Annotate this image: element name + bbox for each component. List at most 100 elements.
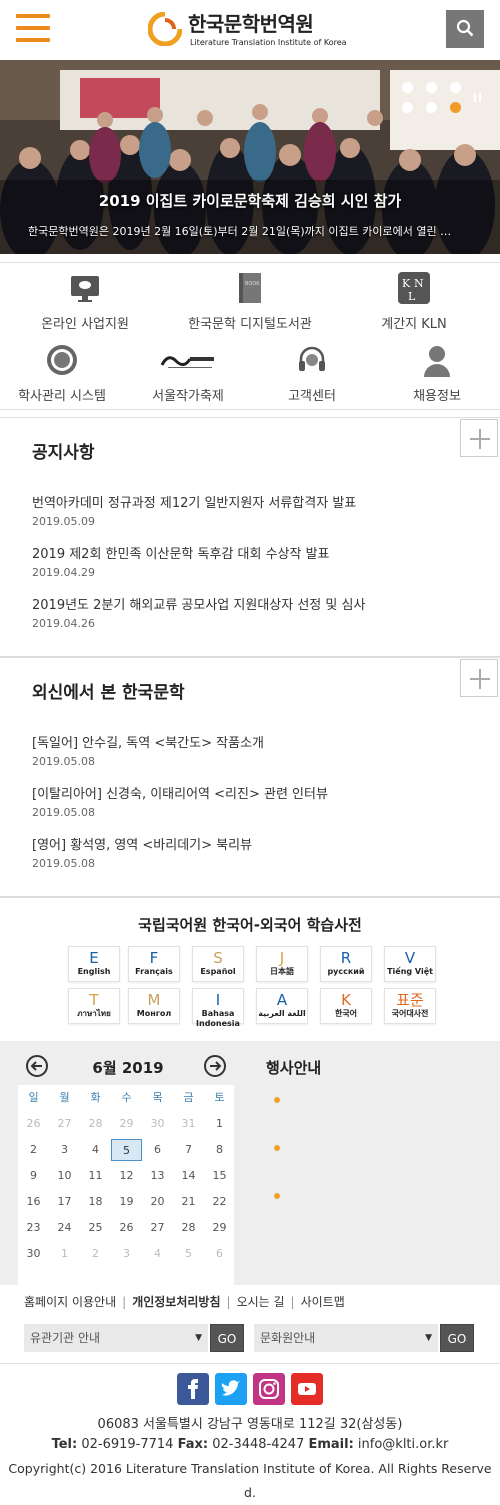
calendar-day[interactable]: 3 [111,1243,142,1265]
quick-link-digital-library[interactable]: BOOK 한국문학 디지털도서관 [172,271,328,332]
calendar-day[interactable]: 9 [18,1165,49,1187]
slide-dot[interactable] [426,82,437,93]
footer-link-privacy[interactable]: 개인정보처리방침 [132,1295,220,1309]
slide-dot[interactable] [426,102,437,113]
calendar-day[interactable]: 16 [18,1191,49,1213]
calendar-day[interactable]: 22 [204,1191,235,1213]
list-item[interactable]: [영어] 황석영, 영역 <바리데기> 북리뷰 2019.05.08 [32,834,472,870]
pause-icon[interactable] [474,93,481,102]
calendar-day[interactable]: 4 [142,1243,173,1265]
dictionary-lang-button[interactable]: M Монгол [128,988,180,1024]
more-notices-button[interactable] [460,419,498,457]
dictionary-lang-button[interactable]: A اللغة العربية [256,988,308,1024]
calendar-day[interactable]: 11 [80,1165,111,1187]
dictionary-lang-button[interactable]: F Français [128,946,180,982]
calendar-day[interactable]: 18 [80,1191,111,1213]
calendar-day[interactable]: 2 [18,1139,49,1161]
quick-link-recruitment[interactable]: 채용정보 [386,343,488,404]
calendar-day[interactable]: 13 [142,1165,173,1187]
news-title[interactable]: [독일어] 안수길, 독역 <북간도> 작품소개 [32,732,472,751]
slide-dot-active[interactable] [450,102,461,113]
calendar-day[interactable]: 24 [49,1217,80,1239]
calendar-day[interactable]: 6 [204,1243,235,1265]
calendar-day[interactable]: 8 [204,1139,235,1161]
hero-slider[interactable]: 2019 이집트 카이로문학축제 김승희 시인 참가 한국문학번역원은 2019… [0,60,500,254]
list-item[interactable]: 2019 제2회 한민족 이산문학 독후감 대회 수상작 발표 2019.04.… [32,543,472,579]
calendar-day[interactable]: 21 [173,1191,204,1213]
quick-link-kln[interactable]: KNL 계간지 KLN [364,271,464,332]
dictionary-lang-button[interactable]: S Español [192,946,244,982]
calendar-day[interactable]: 19 [111,1191,142,1213]
calendar-day[interactable]: 26 [18,1113,49,1135]
prev-month-button[interactable] [26,1055,48,1077]
calendar-day[interactable]: 2 [80,1243,111,1265]
list-item[interactable]: 2019년도 2분기 해외교류 공모사업 지원대상자 선정 및 심사 2019.… [32,594,472,630]
search-button[interactable] [446,10,484,48]
calendar-day[interactable]: 25 [80,1217,111,1239]
twitter-icon[interactable] [215,1373,247,1405]
instagram-icon[interactable] [253,1373,285,1405]
related-orgs-select[interactable]: 유관기관 안내 ▼ [24,1324,208,1352]
calendar-day[interactable]: 26 [111,1217,142,1239]
dictionary-lang-button[interactable]: T ภาษาไทย [68,988,120,1024]
menu-icon[interactable] [16,14,50,42]
slide-dot[interactable] [402,82,413,93]
calendar-day[interactable]: 10 [49,1165,80,1187]
dictionary-lang-button[interactable]: J 日本語 [256,946,308,982]
calendar-day[interactable]: 20 [142,1191,173,1213]
slide-dot[interactable] [450,82,461,93]
list-item[interactable]: 번역아카데미 정규과정 제12기 일반지원자 서류합격자 발표 2019.05.… [32,492,472,528]
dictionary-lang-button[interactable]: K 한국어 [320,988,372,1024]
calendar-day[interactable]: 1 [49,1243,80,1265]
email-value[interactable]: info@klti.or.kr [358,1437,448,1452]
news-title[interactable]: [이탈리아어] 신경숙, 이태리어역 <리진> 관련 인터뷰 [32,783,472,802]
cultural-center-select[interactable]: 문화원안내 ▼ [254,1324,438,1352]
calendar-day[interactable]: 1 [204,1113,235,1135]
calendar-day[interactable]: 31 [173,1113,204,1135]
news-title[interactable]: 번역아카데미 정규과정 제12기 일반지원자 서류합격자 발표 [32,492,472,511]
calendar-day[interactable]: 28 [173,1217,204,1239]
calendar-day[interactable]: 17 [49,1191,80,1213]
list-item[interactable]: [독일어] 안수길, 독역 <북간도> 작품소개 2019.05.08 [32,732,472,768]
calendar-day[interactable]: 4 [80,1139,111,1161]
calendar-day[interactable]: 12 [111,1165,142,1187]
quick-link-online-support[interactable]: 온라인 사업지원 [20,271,150,332]
next-month-button[interactable] [204,1055,226,1077]
dictionary-lang-button[interactable]: I Bahasa Indonesia [192,988,244,1028]
footer-link-directions[interactable]: 오시는 길 [237,1295,285,1309]
more-foreign-press-button[interactable] [460,659,498,697]
quick-link-seoul-festival[interactable]: 서울작가축제 [130,343,246,404]
cultural-center-go-button[interactable]: GO [440,1324,474,1352]
calendar-day[interactable]: 3 [49,1139,80,1161]
hero-subtitle[interactable]: 한국문학번역원은 2019년 2월 16일(토)부터 2월 21일(목)까지 이… [28,223,474,239]
calendar-day[interactable]: 27 [49,1113,80,1135]
footer-link-sitemap[interactable]: 사이트맵 [301,1295,345,1309]
calendar-day[interactable]: 27 [142,1217,173,1239]
related-orgs-go-button[interactable]: GO [210,1324,244,1352]
facebook-icon[interactable] [177,1373,209,1405]
calendar-day[interactable]: 30 [18,1243,49,1265]
slide-dot[interactable] [402,102,413,113]
news-title[interactable]: 2019 제2회 한민족 이산문학 독후감 대회 수상작 발표 [32,543,472,562]
calendar-day[interactable]: 28 [80,1113,111,1135]
calendar-day[interactable]: 5 [173,1243,204,1265]
youtube-icon[interactable] [291,1373,323,1405]
calendar-day[interactable]: 14 [173,1165,204,1187]
dictionary-lang-button[interactable]: V Tiếng Việt [384,946,436,982]
quick-link-academy-system[interactable]: 학사관리 시스템 [4,343,120,404]
quick-link-customer-center[interactable]: 고객센터 [266,343,358,404]
calendar-day[interactable]: 29 [204,1217,235,1239]
hero-title[interactable]: 2019 이집트 카이로문학축제 김승희 시인 참가 [0,190,500,211]
calendar-day[interactable]: 15 [204,1165,235,1187]
calendar-day[interactable]: 6 [142,1139,173,1161]
dictionary-lang-button[interactable]: 표준 국어대사전 [384,988,436,1024]
calendar-day[interactable]: 29 [111,1113,142,1135]
news-title[interactable]: 2019년도 2분기 해외교류 공모사업 지원대상자 선정 및 심사 [32,594,472,613]
list-item[interactable]: [이탈리아어] 신경숙, 이태리어역 <리진> 관련 인터뷰 2019.05.0… [32,783,472,819]
calendar-day[interactable]: 30 [142,1113,173,1135]
dictionary-lang-button[interactable]: E English [68,946,120,982]
calendar-day[interactable]: 7 [173,1139,204,1161]
news-title[interactable]: [영어] 황석영, 영역 <바리데기> 북리뷰 [32,834,472,853]
calendar-day[interactable]: 5 [111,1139,142,1161]
dictionary-lang-button[interactable]: Rрусский [320,946,372,982]
